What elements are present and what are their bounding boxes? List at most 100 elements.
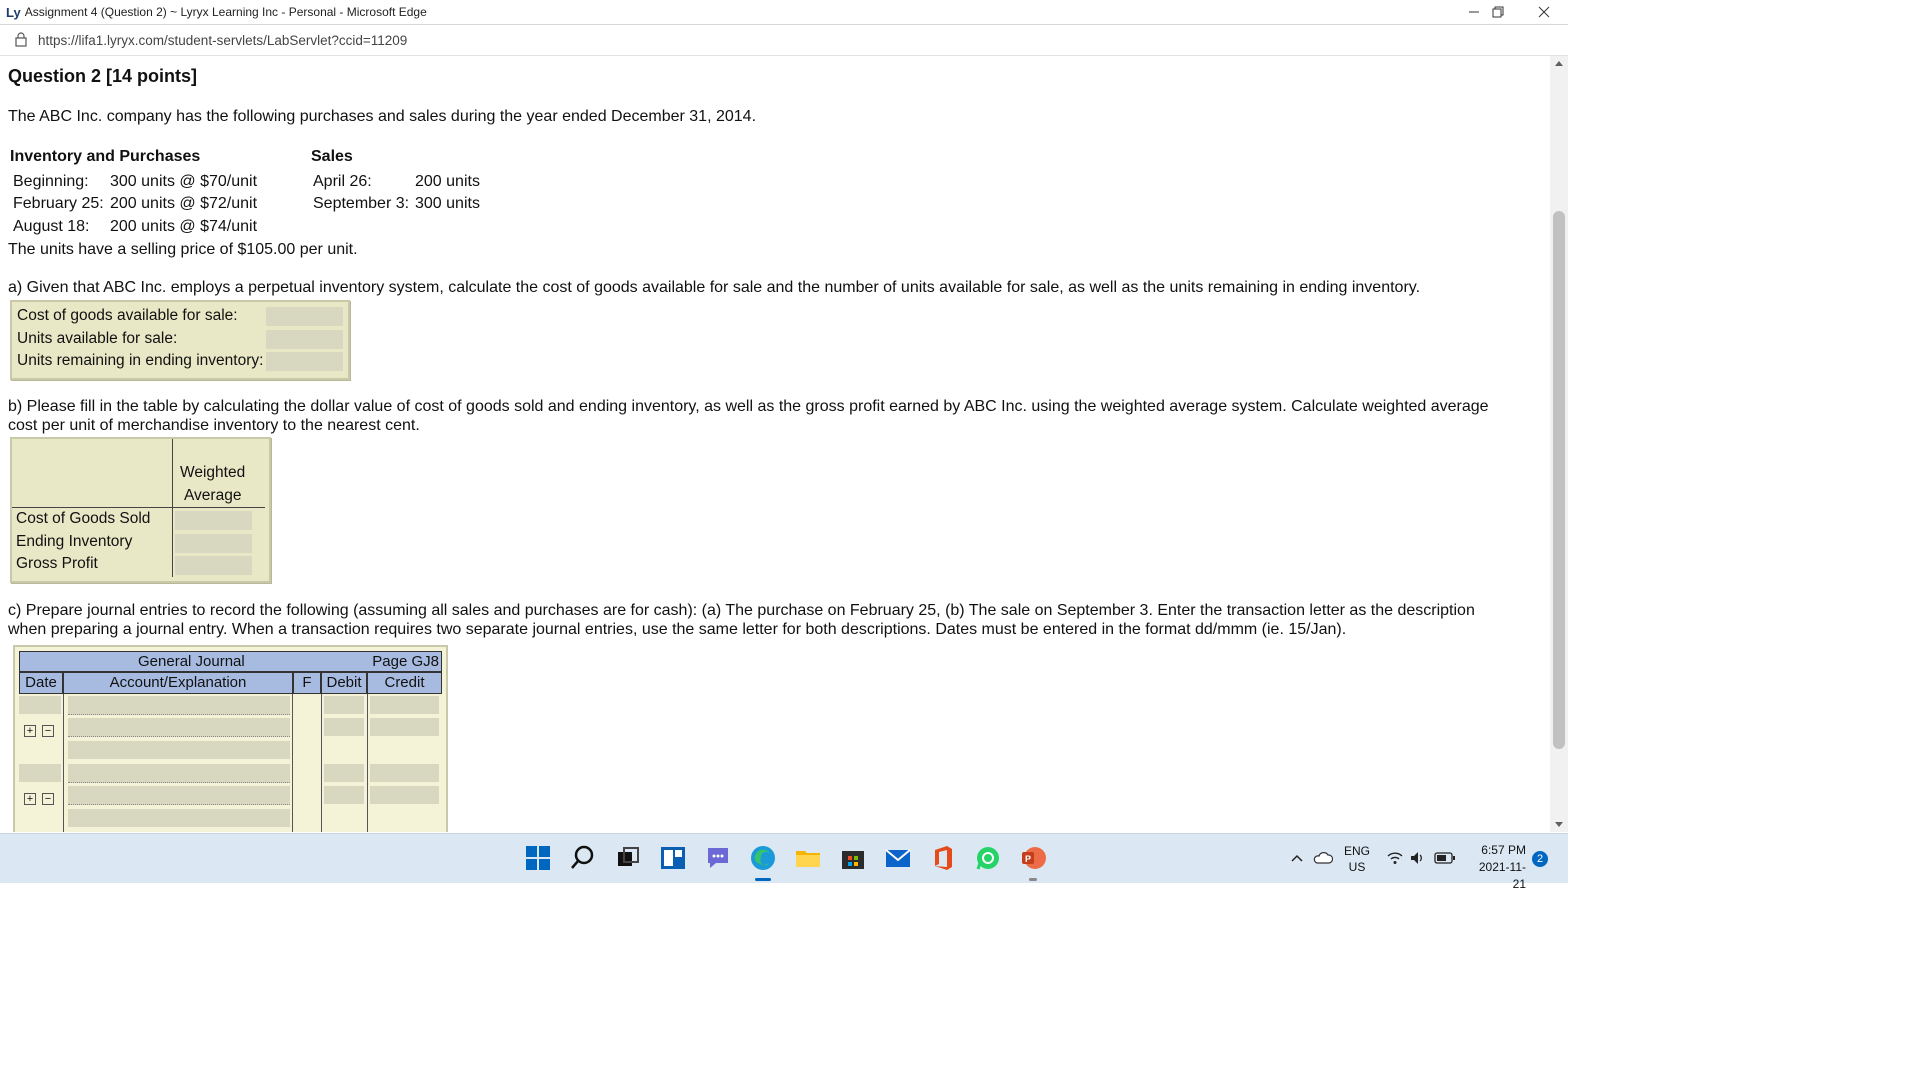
- part-a-instruction: a) Given that ABC Inc. employs a perpetu…: [8, 279, 1421, 296]
- date-input[interactable]: [19, 696, 61, 714]
- language-code: ENG: [1344, 844, 1371, 858]
- inventory-label: August 18:: [13, 218, 90, 235]
- account-input[interactable]: [68, 764, 290, 783]
- close-icon: [1538, 6, 1550, 18]
- page-scrollbar[interactable]: [1550, 56, 1568, 832]
- add-row-button[interactable]: +: [24, 725, 36, 737]
- inventory-value: 300 units @ $70/unit: [110, 173, 258, 190]
- lock-icon: [15, 32, 27, 47]
- onedrive-cloud-icon[interactable]: [1313, 850, 1333, 866]
- remove-row-button[interactable]: −: [42, 725, 54, 737]
- windows-start-icon[interactable]: [524, 844, 552, 872]
- url-text[interactable]: https://lifa1.lyryx.com/student-servlets…: [38, 33, 407, 48]
- credit-input[interactable]: [370, 764, 439, 782]
- cost-available-input[interactable]: [266, 307, 343, 326]
- part-a-panel: Cost of goods available for sale: Units …: [10, 300, 350, 380]
- part-b-instruction: b) Please fill in the table by calculati…: [8, 398, 1489, 415]
- units-available-input[interactable]: [266, 330, 343, 349]
- scroll-down-icon[interactable]: [1555, 822, 1563, 827]
- credit-input[interactable]: [370, 786, 439, 804]
- mail-icon[interactable]: [884, 844, 912, 872]
- selling-price-text: The units have a selling price of $105.0…: [8, 241, 358, 258]
- part-b-instruction-cont: cost per unit of merchandise inventory t…: [8, 417, 420, 434]
- scroll-thumb[interactable]: [1553, 211, 1565, 749]
- widgets-icon[interactable]: [659, 844, 687, 872]
- sales-heading: Sales: [311, 148, 353, 165]
- window-title: Assignment 4 (Question 2) ~ Lyryx Learni…: [24, 5, 427, 19]
- debit-column-header: Debit: [321, 672, 367, 694]
- active-app-indicator: [755, 878, 771, 881]
- credit-column-header: Credit: [367, 672, 442, 694]
- sales-label: April 26:: [313, 173, 372, 190]
- question-title: Question 2 [14 points]: [8, 66, 198, 86]
- credit-input[interactable]: [370, 718, 439, 736]
- office-icon[interactable]: [929, 844, 957, 872]
- general-journal: General Journal Page GJ8 Date Account/Ex…: [13, 645, 448, 832]
- cogs-input[interactable]: [175, 511, 252, 530]
- battery-icon[interactable]: [1434, 851, 1456, 865]
- inventory-label: February 25:: [13, 195, 104, 212]
- language-indicator[interactable]: ENG US: [1344, 843, 1370, 875]
- cogs-label: Cost of Goods Sold: [16, 510, 151, 527]
- ending-inventory-input[interactable]: [175, 534, 252, 553]
- debit-column: [321, 694, 367, 832]
- scroll-up-icon[interactable]: [1555, 61, 1563, 66]
- task-view-icon[interactable]: [614, 844, 642, 872]
- explanation-input[interactable]: [68, 809, 290, 827]
- restore-icon: [1492, 6, 1504, 18]
- clock-time: 6:57 PM: [1481, 843, 1526, 857]
- edge-browser-icon[interactable]: [749, 844, 777, 872]
- sales-label: September 3:: [313, 195, 410, 212]
- search-icon[interactable]: [569, 844, 597, 872]
- window-titlebar: Ly Assignment 4 (Question 2) ~ Lyryx Lea…: [0, 0, 1568, 25]
- remove-row-button[interactable]: −: [42, 793, 54, 805]
- inventory-value: 200 units @ $74/unit: [110, 218, 258, 235]
- cost-available-label: Cost of goods available for sale:: [17, 307, 238, 324]
- clock[interactable]: 6:57 PM 2021-11-21: [1466, 842, 1526, 893]
- account-input[interactable]: [68, 718, 290, 737]
- volume-icon[interactable]: [1409, 850, 1427, 866]
- credit-input[interactable]: [370, 696, 439, 714]
- wifi-icon[interactable]: [1386, 850, 1404, 866]
- part-c-instruction: c) Prepare journal entries to record the…: [8, 602, 1475, 619]
- ending-inventory-label: Ending Inventory: [16, 533, 133, 550]
- part-b-panel: Weighted Average Cost of Goods Sold Endi…: [10, 437, 271, 583]
- average-header: Average: [184, 487, 242, 504]
- account-input[interactable]: [68, 696, 290, 715]
- microsoft-store-icon[interactable]: [839, 844, 867, 872]
- file-explorer-icon[interactable]: [794, 844, 822, 872]
- account-column-header: Account/Explanation: [63, 672, 293, 694]
- clock-date: 2021-11-21: [1478, 860, 1526, 891]
- add-row-button[interactable]: +: [24, 793, 36, 805]
- debit-input[interactable]: [324, 786, 364, 804]
- part-c-instruction-cont: when preparing a journal entry. When a t…: [8, 621, 1347, 638]
- journal-title-bar: General Journal Page GJ8: [19, 651, 442, 672]
- debit-input[interactable]: [324, 696, 364, 714]
- credit-column-divider: [367, 694, 368, 832]
- debit-input[interactable]: [324, 764, 364, 782]
- explanation-input[interactable]: [68, 741, 290, 759]
- gross-profit-label: Gross Profit: [16, 555, 98, 572]
- notification-badge[interactable]: 2: [1532, 851, 1548, 867]
- units-remaining-label: Units remaining in ending inventory:: [17, 352, 264, 369]
- inventory-heading: Inventory and Purchases: [10, 148, 201, 165]
- header-divider: [12, 507, 265, 508]
- chevron-up-icon[interactable]: [1290, 851, 1304, 865]
- teams-chat-icon[interactable]: [704, 844, 732, 872]
- restore-button[interactable]: [1475, 0, 1521, 24]
- address-bar[interactable]: https://lifa1.lyryx.com/student-servlets…: [0, 25, 1568, 56]
- account-input[interactable]: [68, 786, 290, 805]
- whatsapp-icon[interactable]: [974, 844, 1002, 872]
- f-column-header: F: [293, 672, 321, 694]
- debit-input[interactable]: [324, 718, 364, 736]
- journal-page: Page GJ8: [372, 653, 439, 670]
- gross-profit-input[interactable]: [175, 556, 252, 575]
- close-button[interactable]: [1521, 0, 1567, 24]
- powerpoint-icon[interactable]: P: [1019, 844, 1047, 872]
- inventory-value: 200 units @ $72/unit: [110, 195, 258, 212]
- inventory-label: Beginning:: [13, 173, 89, 190]
- journal-title: General Journal: [138, 653, 245, 670]
- units-remaining-input[interactable]: [266, 352, 343, 371]
- region-code: US: [1348, 860, 1366, 874]
- date-input[interactable]: [19, 764, 61, 782]
